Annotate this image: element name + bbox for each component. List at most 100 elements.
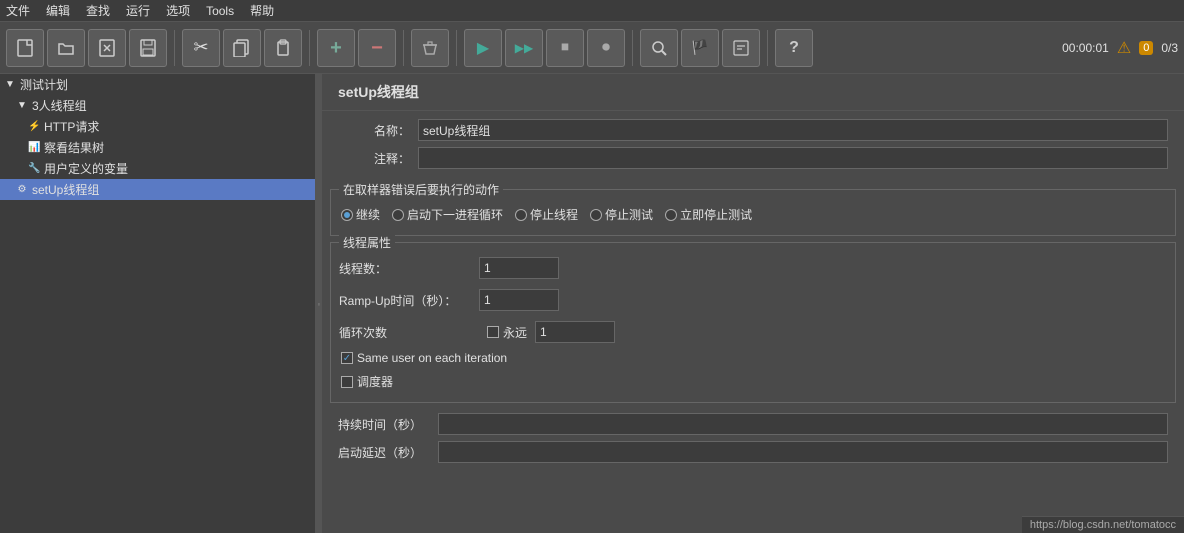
sidebar-item-setup-group[interactable]: ⚙ setUp线程组 <box>0 179 315 200</box>
sidebar-label-http-request: HTTP请求 <box>44 118 99 135</box>
vars-icon: 🔧 <box>28 163 40 174</box>
stop-button[interactable]: ⏹ <box>546 29 584 67</box>
help-button[interactable]: ? <box>775 29 813 67</box>
paste-button[interactable] <box>264 29 302 67</box>
chevron-down-icon: ▼ <box>4 79 16 90</box>
scheduler-checkbox-wrap[interactable]: 调度器 <box>339 373 1167 390</box>
status-url: https://blog.csdn.net/tomatocc <box>1030 519 1176 531</box>
same-user-checkbox <box>341 352 353 364</box>
sidebar-label-test-plan: 测试计划 <box>20 76 68 93</box>
menu-find[interactable]: 查找 <box>84 2 112 19</box>
forever-label: 永远 <box>503 324 527 341</box>
delay-row: 启动延迟（秒） <box>338 441 1168 463</box>
start-no-pause-button[interactable]: ▶▶ <box>505 29 543 67</box>
ramp-up-input[interactable] <box>479 289 559 311</box>
duration-label: 持续时间（秒） <box>338 416 438 433</box>
loop-count-row: 循环次数 永远 <box>339 321 1167 343</box>
radio-stop-thread-circle <box>515 209 527 221</box>
open-button[interactable] <box>47 29 85 67</box>
http-icon: ⚡ <box>28 121 40 132</box>
menu-run[interactable]: 运行 <box>124 2 152 19</box>
panel-title: setUp线程组 <box>322 74 1184 111</box>
separator-4 <box>456 30 457 66</box>
sidebar-label-setup-group: setUp线程组 <box>32 181 99 198</box>
radio-stop-test-circle <box>590 209 602 221</box>
toolbar: ✂ + − ▶ ▶▶ ⏹ ⏺ 🏴 ? 00:00:01 ⚠ 0 0/3 <box>0 22 1184 74</box>
duration-input[interactable] <box>438 413 1168 435</box>
remove-button[interactable]: − <box>358 29 396 67</box>
radio-stop-test-now-circle <box>665 209 677 221</box>
radio-continue[interactable]: 继续 <box>341 206 380 223</box>
radio-continue-label: 继续 <box>356 206 380 223</box>
clear-all-button[interactable]: 🏴 <box>681 29 719 67</box>
save-button[interactable] <box>129 29 167 67</box>
ramp-up-row: Ramp-Up时间（秒）： <box>339 289 1167 311</box>
name-row: 名称： <box>338 119 1168 141</box>
search-button[interactable] <box>640 29 678 67</box>
sidebar-item-thread-group[interactable]: ▼ 3人线程组 <box>0 95 315 116</box>
start-button[interactable]: ▶ <box>464 29 502 67</box>
thread-group-title: 线程属性 <box>339 234 395 251</box>
delay-label: 启动延迟（秒） <box>338 444 438 461</box>
sidebar-item-user-vars[interactable]: 🔧 用户定义的变量 <box>0 158 315 179</box>
radio-next-loop[interactable]: 启动下一进程循环 <box>392 206 503 223</box>
menu-options[interactable]: 选项 <box>164 2 192 19</box>
menu-file[interactable]: 文件 <box>4 2 32 19</box>
thread-count-row: 线程数： <box>339 257 1167 279</box>
sidebar-label-user-vars: 用户定义的变量 <box>44 160 128 177</box>
statusbar: https://blog.csdn.net/tomatocc <box>1022 516 1184 533</box>
sidebar-item-test-plan[interactable]: ▼ 测试计划 <box>0 74 315 95</box>
clear-button[interactable] <box>411 29 449 67</box>
cut-button[interactable]: ✂ <box>182 29 220 67</box>
radio-stop-test-now-label: 立即停止测试 <box>680 206 752 223</box>
menu-edit[interactable]: 编辑 <box>44 2 72 19</box>
warning-icon: ⚠ <box>1117 38 1131 58</box>
comment-row: 注释： <box>338 147 1168 169</box>
warning-count: 0 <box>1139 41 1153 55</box>
report-button[interactable] <box>722 29 760 67</box>
setup-icon: ⚙ <box>16 184 28 195</box>
shutdown-button[interactable]: ⏺ <box>587 29 625 67</box>
new-button[interactable] <box>6 29 44 67</box>
right-panel: setUp线程组 名称： 注释： 在取样器错误后要执行的动作 继续 <box>322 74 1184 533</box>
separator-1 <box>174 30 175 66</box>
loop-count-input[interactable] <box>535 321 615 343</box>
left-panel: ▼ 测试计划 ▼ 3人线程组 ⚡ HTTP请求 📊 察看结果树 🔧 用户定义的变… <box>0 74 316 533</box>
menu-tools[interactable]: Tools <box>204 4 236 18</box>
result-icon: 📊 <box>28 142 40 153</box>
close-button[interactable] <box>88 29 126 67</box>
comment-input[interactable] <box>418 147 1168 169</box>
timer-display: 00:00:01 <box>1062 41 1109 55</box>
error-group-title: 在取样器错误后要执行的动作 <box>339 181 503 198</box>
sidebar-item-http-request[interactable]: ⚡ HTTP请求 <box>0 116 315 137</box>
name-section: 名称： 注释： <box>322 111 1184 183</box>
radio-next-loop-circle <box>392 209 404 221</box>
same-user-checkbox-wrap[interactable]: Same user on each iteration <box>339 351 1167 365</box>
menu-help[interactable]: 帮助 <box>248 2 276 19</box>
error-count: 0/3 <box>1161 41 1178 55</box>
loop-count-label: 循环次数 <box>339 324 479 341</box>
radio-next-loop-label: 启动下一进程循环 <box>407 206 503 223</box>
forever-checkbox-wrap[interactable]: 永远 <box>487 324 527 341</box>
error-options-row: 继续 启动下一进程循环 停止线程 停止测试 立即停止测试 <box>339 202 1167 227</box>
bottom-form: 持续时间（秒） 启动延迟（秒） <box>322 409 1184 473</box>
chevron-down-icon-2: ▼ <box>16 100 28 111</box>
thread-count-input[interactable] <box>479 257 559 279</box>
radio-stop-test[interactable]: 停止测试 <box>590 206 653 223</box>
radio-stop-thread[interactable]: 停止线程 <box>515 206 578 223</box>
radio-stop-test-label: 停止测试 <box>605 206 653 223</box>
comment-label: 注释： <box>338 150 418 167</box>
radio-stop-test-now[interactable]: 立即停止测试 <box>665 206 752 223</box>
add-button[interactable]: + <box>317 29 355 67</box>
thread-count-label: 线程数： <box>339 260 479 277</box>
name-input[interactable] <box>418 119 1168 141</box>
copy-button[interactable] <box>223 29 261 67</box>
sidebar-label-thread-group: 3人线程组 <box>32 97 87 114</box>
sidebar-item-result-tree[interactable]: 📊 察看结果树 <box>0 137 315 158</box>
separator-2 <box>309 30 310 66</box>
delay-input[interactable] <box>438 441 1168 463</box>
main-layout: ▼ 测试计划 ▼ 3人线程组 ⚡ HTTP请求 📊 察看结果树 🔧 用户定义的变… <box>0 74 1184 533</box>
error-action-group: 在取样器错误后要执行的动作 继续 启动下一进程循环 停止线程 停止测试 <box>330 189 1176 236</box>
sidebar-label-result-tree: 察看结果树 <box>44 139 104 156</box>
separator-3 <box>403 30 404 66</box>
